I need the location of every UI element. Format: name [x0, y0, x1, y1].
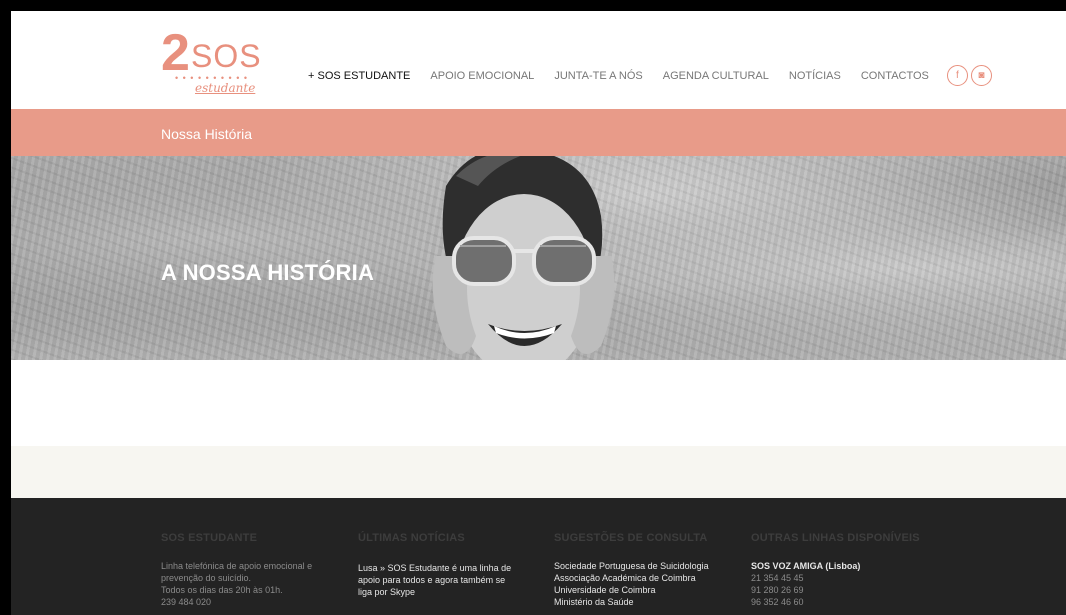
footer-line-name: SOS VOZ AMIGA (Lisboa) — [751, 561, 861, 571]
social-links: f ◙ — [946, 65, 995, 86]
site-footer: SOS ESTUDANTE Linha telefónica de apoio … — [11, 498, 1066, 615]
footer-news-line: apoio para todos e agora também se — [358, 575, 506, 585]
hero-woman-image — [432, 156, 615, 360]
nav-item-agenda-cultural[interactable]: AGENDA CULTURAL — [663, 70, 769, 82]
logo-script: estudante — [195, 81, 256, 95]
facebook-icon[interactable]: f — [946, 65, 968, 86]
hero-banner: A NOSSA HISTÓRIA — [11, 156, 1066, 360]
footer-text-line: Linha telefónica de apoio emocional e — [161, 561, 313, 571]
nav-item-sos-estudante[interactable]: + SOS ESTUDANTE — [308, 70, 410, 82]
page-frame: 2 SOS • • • • • • • • • • estudante + SO… — [11, 11, 1066, 615]
footer-link[interactable]: Associação Académica de Coimbra — [554, 572, 709, 584]
main-nav: + SOS ESTUDANTE APOIO EMOCIONAL JUNTA-TE… — [308, 65, 995, 86]
page-title-bar: Nossa História — [11, 109, 1066, 156]
nav-item-apoio-emocional[interactable]: APOIO EMOCIONAL — [430, 70, 534, 82]
footer-text-line: Todos os dias das 20h às 01h. — [161, 585, 283, 595]
footer-col-title: SOS ESTUDANTE — [161, 532, 258, 544]
footer-col-title: SUGESTÕES DE CONSULTA — [554, 532, 708, 544]
footer-col-title: OUTRAS LINHAS DISPONÍVEIS — [751, 532, 920, 544]
footer-col-body: SOS VOZ AMIGA (Lisboa) 21 354 45 45 91 2… — [751, 560, 860, 608]
footer-col-body: Linha telefónica de apoio emocional e pr… — [161, 560, 312, 608]
footer-link[interactable]: Sociedade Portuguesa de Suicidologia — [554, 560, 709, 572]
site-header: 2 SOS • • • • • • • • • • estudante + SO… — [11, 11, 1066, 109]
logo-text: SOS — [191, 38, 262, 74]
footer-text-line: prevenção do suicídio. — [161, 573, 252, 583]
footer-phone[interactable]: 239 484 020 — [161, 596, 312, 608]
footer-link[interactable]: Ministério da Saúde — [554, 596, 709, 608]
footer-col-title: ÚLTIMAS NOTÍCIAS — [358, 532, 465, 544]
nav-item-noticias[interactable]: NOTÍCIAS — [789, 70, 841, 82]
instagram-icon[interactable]: ◙ — [970, 65, 992, 86]
footer-link[interactable]: Universidade de Coimbra — [554, 584, 709, 596]
page-title: Nossa História — [161, 126, 253, 142]
footer-phone[interactable]: 21 354 45 45 — [751, 572, 860, 584]
nav-item-junta-te[interactable]: JUNTA-TE A NÓS — [554, 70, 642, 82]
site-logo[interactable]: 2 SOS • • • • • • • • • • estudante — [161, 25, 271, 95]
hero-title: A NOSSA HISTÓRIA — [161, 260, 375, 285]
content-area — [11, 360, 1066, 446]
footer-col-body: Sociedade Portuguesa de Suicidologia Ass… — [554, 560, 709, 608]
cream-band — [11, 446, 1066, 498]
footer-news-line: Lusa » SOS Estudante é uma linha de — [358, 563, 512, 573]
footer-phone[interactable]: 91 280 26 69 — [751, 584, 860, 596]
nav-item-contactos[interactable]: CONTACTOS — [861, 70, 929, 82]
footer-phone[interactable]: 96 352 46 60 — [751, 596, 860, 608]
footer-news-link[interactable]: Lusa » SOS Estudante é uma linha de apoi… — [358, 562, 511, 598]
footer-news-line: liga por Skype — [358, 587, 416, 597]
